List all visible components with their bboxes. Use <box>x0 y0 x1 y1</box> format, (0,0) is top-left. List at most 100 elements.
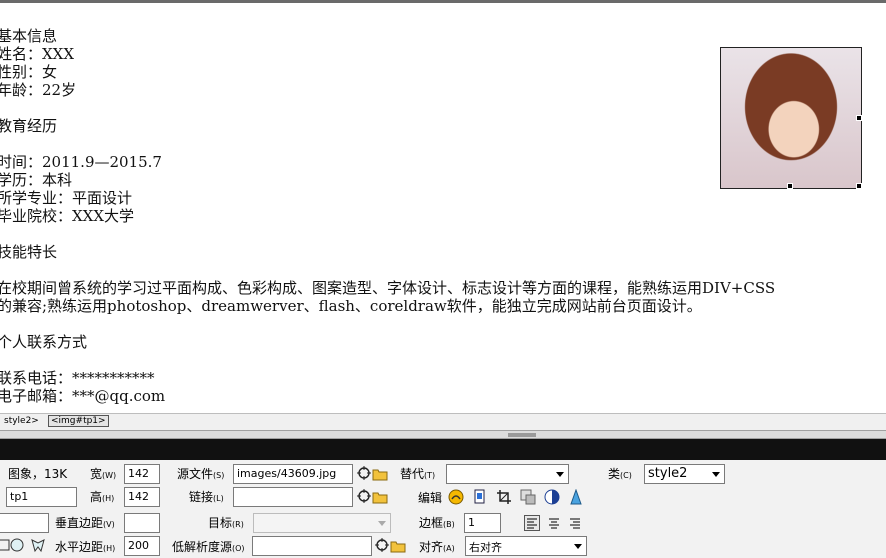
document-line: 在校期间曾系统的学习过平面构成、色彩构成、图案造型、字体设计、标志设计等方面的课… <box>0 279 776 297</box>
src-label-key: (S) <box>213 471 225 480</box>
lowsrc-label-key: (O) <box>232 544 245 553</box>
properties-title-bar <box>0 439 886 460</box>
chevron-down-icon <box>574 544 582 549</box>
document-line: 毕业院校：XXX大学 <box>0 207 135 225</box>
align-label-key: (A) <box>443 544 455 553</box>
align-left-icon[interactable] <box>524 515 540 531</box>
properties-panel: 图象，13K 宽(W) 142 源文件(S) images/43609.jpg … <box>0 460 886 558</box>
lowsrc-input[interactable] <box>252 536 372 556</box>
chevron-down-icon <box>378 521 386 526</box>
resize-handle-right[interactable] <box>856 115 862 121</box>
document-line: 年龄：22岁 <box>0 81 77 99</box>
height-input[interactable]: 142 <box>124 487 160 507</box>
alt-label-key: (T) <box>424 471 436 480</box>
src-label-text: 源文件 <box>177 467 214 481</box>
edit-label: 编辑 <box>418 491 443 505</box>
document-line: 的兼容;熟练运用photoshop、dreamwerver、flash、core… <box>0 297 702 315</box>
align-right-icon[interactable] <box>567 515 583 531</box>
width-input[interactable]: 142 <box>124 464 160 484</box>
align-center-icon[interactable] <box>546 515 562 531</box>
resize-handle-bottom[interactable] <box>787 183 793 189</box>
document-line: 个人联系方式 <box>0 333 88 351</box>
src-input[interactable]: images/43609.jpg <box>233 464 353 484</box>
link-input[interactable] <box>233 487 353 507</box>
document-line: 时间：2011.9—2015.7 <box>0 153 162 171</box>
tag-img-tp1[interactable]: <img#tp1> <box>48 415 109 427</box>
design-view[interactable]: 基本信息 姓名：XXX 性别：女 年龄：22岁 教育经历时间：2011.9—2015.7… <box>0 3 886 413</box>
crop-icon[interactable] <box>496 489 512 505</box>
fireworks-edit-icon[interactable] <box>448 489 464 505</box>
src-label: 源文件(S) <box>177 465 224 482</box>
browse-folder-icon[interactable] <box>390 538 406 554</box>
link-label-key: (L) <box>213 494 224 503</box>
point-to-file-icon[interactable] <box>375 538 391 554</box>
document-line: 电子邮箱：***@qq.com <box>0 387 166 405</box>
document-line: 基本信息 <box>0 27 58 45</box>
profile-photo[interactable] <box>720 47 862 189</box>
hspace-label-text: 水平边距 <box>55 540 104 554</box>
target-select[interactable] <box>253 513 391 533</box>
document-line: 性别：女 <box>0 63 58 81</box>
chevron-down-icon <box>712 472 720 477</box>
align-select[interactable]: 右对齐 <box>465 536 587 556</box>
brightness-contrast-icon[interactable] <box>544 489 560 505</box>
document-line: 联系电话：*********** <box>0 369 155 387</box>
vspace-label: 垂直边距(V) <box>55 514 115 531</box>
image-name-input[interactable]: tp1 <box>6 487 77 507</box>
vspace-label-text: 垂直边距 <box>55 516 104 530</box>
target-label-text: 目标 <box>208 516 233 530</box>
link-label: 链接(L) <box>189 488 224 505</box>
class-select-value: style2 <box>648 466 688 481</box>
resample-icon[interactable] <box>520 489 536 505</box>
browse-folder-icon[interactable] <box>372 489 388 505</box>
tag-style2[interactable]: style2> <box>4 416 39 426</box>
map-name-input[interactable] <box>0 513 49 533</box>
tag-selector-bar: style2> <img#tp1> <box>0 413 886 430</box>
class-select[interactable]: style2 <box>644 464 725 484</box>
height-label-text: 高 <box>90 490 103 504</box>
target-label: 目标(R) <box>208 514 244 531</box>
document-body[interactable]: 基本信息 姓名：XXX 性别：女 年龄：22岁 教育经历时间：2011.9—2015.7… <box>0 27 775 405</box>
edit-image-settings-icon[interactable] <box>472 489 488 505</box>
target-label-key: (R) <box>232 520 244 529</box>
hspace-label-key: (H) <box>103 544 116 553</box>
hspace-input[interactable]: 200 <box>124 536 160 556</box>
image-info-label: 图象，13K <box>8 467 68 481</box>
document-line: 所学专业：平面设计 <box>0 189 133 207</box>
width-label-text: 宽 <box>90 467 103 481</box>
class-label-text: 类 <box>608 467 621 481</box>
document-line: 学历：本科 <box>0 171 73 189</box>
class-label-key: (C) <box>620 471 632 480</box>
document-line: 姓名：XXX <box>0 45 75 63</box>
border-input[interactable]: 1 <box>464 513 501 533</box>
collapse-arrow-icon[interactable] <box>508 433 536 437</box>
height-label: 高(H) <box>90 488 114 505</box>
link-label-text: 链接 <box>189 490 214 504</box>
document-line: 技能特长 <box>0 243 58 261</box>
panel-splitter[interactable] <box>0 430 886 439</box>
circle-hotspot-icon[interactable] <box>9 537 25 553</box>
alt-select[interactable] <box>446 464 569 484</box>
document-line: 教育经历 <box>0 117 58 135</box>
vspace-input[interactable] <box>124 513 160 533</box>
point-to-file-icon[interactable] <box>357 489 373 505</box>
alt-label-text: 替代 <box>400 467 425 481</box>
vspace-label-key: (V) <box>103 520 115 529</box>
polygon-hotspot-icon[interactable] <box>30 537 46 553</box>
width-label-key: (W) <box>102 471 117 480</box>
border-label: 边框(B) <box>419 514 455 531</box>
sharpen-icon[interactable] <box>568 489 584 505</box>
point-to-file-icon[interactable] <box>357 466 373 482</box>
hspace-label: 水平边距(H) <box>55 538 115 555</box>
browse-folder-icon[interactable] <box>372 466 388 482</box>
class-label: 类(C) <box>608 465 632 482</box>
align-label-text: 对齐 <box>419 540 444 554</box>
chevron-down-icon <box>556 472 564 477</box>
border-label-key: (B) <box>443 520 455 529</box>
resize-handle-corner[interactable] <box>856 183 862 189</box>
align-label: 对齐(A) <box>419 538 455 555</box>
